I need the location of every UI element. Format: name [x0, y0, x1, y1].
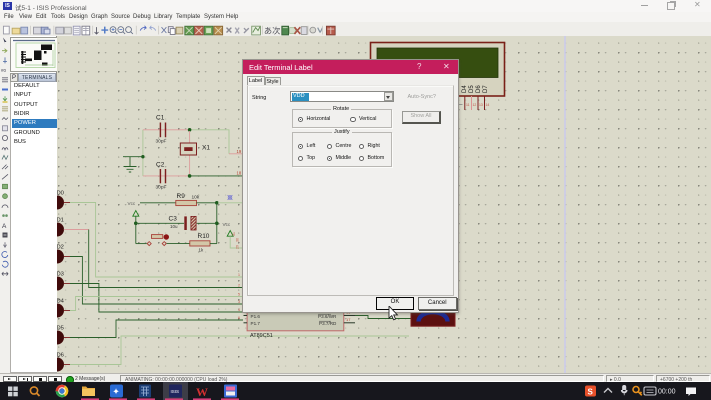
svg-text:Vcc: Vcc — [128, 201, 136, 206]
svg-text:6: 6 — [238, 316, 240, 320]
svg-text:5: 5 — [238, 293, 240, 297]
svg-text:30pF: 30pF — [156, 139, 167, 145]
svg-text:D4: D4 — [462, 85, 468, 93]
svg-text:D2: D2 — [57, 245, 64, 251]
svg-text:P1.6: P1.6 — [251, 314, 261, 319]
svg-text:12: 12 — [473, 103, 477, 107]
svg-text:17: 17 — [346, 317, 351, 322]
svg-text:W: W — [196, 385, 208, 399]
svg-text:C3: C3 — [169, 216, 178, 223]
svg-text:D1: D1 — [57, 218, 64, 224]
svg-text:P1.7: P1.7 — [251, 321, 261, 326]
svg-text:あ: あ — [264, 26, 272, 35]
svg-text:13: 13 — [479, 103, 483, 107]
svg-text:10k: 10k — [192, 195, 200, 201]
svg-text:R10: R10 — [198, 233, 210, 240]
svg-text:19: 19 — [237, 149, 242, 154]
svg-text:C1: C1 — [156, 115, 165, 122]
svg-text:D7: D7 — [483, 85, 489, 93]
svg-text:30: 30 — [236, 238, 240, 242]
svg-text:ISIS: ISIS — [171, 389, 180, 394]
svg-text:D4: D4 — [57, 299, 65, 305]
svg-text:C2: C2 — [156, 162, 165, 169]
svg-text:D0: D0 — [57, 191, 64, 197]
svg-text:#0: #0 — [1, 68, 7, 73]
svg-text:次: 次 — [272, 25, 280, 35]
svg-text:P3.6/WR: P3.6/WR — [318, 314, 337, 319]
svg-text:A: A — [2, 223, 7, 230]
svg-text:D6: D6 — [57, 353, 64, 359]
svg-text:X1: X1 — [202, 145, 210, 152]
svg-text:31: 31 — [232, 232, 236, 236]
svg-text:P3.7/RD: P3.7/RD — [319, 321, 337, 326]
svg-text:10u: 10u — [170, 224, 178, 229]
svg-text:S: S — [588, 387, 594, 396]
svg-text:2: 2 — [238, 284, 240, 288]
svg-text:4: 4 — [238, 308, 240, 312]
svg-text:11: 11 — [466, 103, 470, 107]
svg-text:3: 3 — [238, 300, 240, 304]
svg-text:D3: D3 — [57, 272, 64, 278]
svg-text:1k: 1k — [199, 248, 205, 253]
svg-text:D6: D6 — [476, 85, 482, 93]
svg-text:14: 14 — [486, 103, 490, 107]
svg-text:AT89C51: AT89C51 — [250, 333, 273, 339]
svg-text:30pF: 30pF — [156, 185, 167, 191]
svg-text:R9: R9 — [177, 193, 186, 200]
svg-text:29: 29 — [236, 245, 240, 249]
svg-text:18: 18 — [237, 171, 242, 176]
svg-text:00:00: 00:00 — [658, 388, 676, 395]
svg-text:D5: D5 — [469, 85, 475, 93]
svg-text:D5: D5 — [57, 326, 64, 332]
svg-text:✦: ✦ — [112, 387, 120, 397]
svg-text:Vcc: Vcc — [223, 222, 231, 227]
svg-text:1: 1 — [238, 273, 240, 277]
